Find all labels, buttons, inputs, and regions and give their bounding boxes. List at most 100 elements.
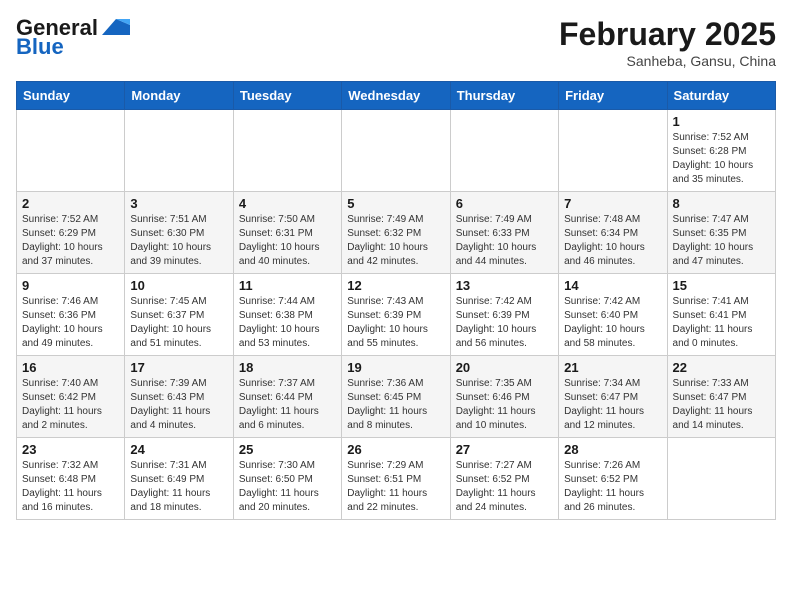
day-number: 10 (130, 278, 227, 293)
calendar-cell: 18 Sunrise: 7:37 AM Sunset: 6:44 PM Dayli… (233, 356, 341, 438)
calendar-cell: 13Sunrise: 7:42 AM Sunset: 6:39 PM Dayli… (450, 274, 558, 356)
day-number: 1 (673, 114, 770, 129)
calendar-cell (559, 110, 667, 192)
day-info: Sunrise: 7:33 AM Sunset: 6:47 PM Dayligh… (673, 377, 770, 433)
calendar-cell: 9 Sunrise: 7:46 AM Sunset: 6:36 PM Daylig… (17, 274, 125, 356)
weekday-header-row: SundayMondayTuesdayWednesdayThursdayFrid… (17, 82, 776, 110)
month-year: February 2025 (559, 16, 776, 53)
calendar-cell: 26 Sunrise: 7:29 AM Sunset: 6:51 PM Dayli… (342, 438, 450, 520)
day-number: 28 (564, 442, 661, 457)
week-row-3: 9 Sunrise: 7:46 AM Sunset: 6:36 PM Daylig… (17, 274, 776, 356)
day-info: Sunrise: 7:47 AM Sunset: 6:35 PM Dayligh… (673, 213, 770, 269)
calendar-cell (342, 110, 450, 192)
calendar-cell (17, 110, 125, 192)
day-info: Sunrise: 7:41 AM Sunset: 6:41 PM Dayligh… (673, 295, 770, 351)
day-info: Sunrise: 7:52 AM Sunset: 6:28 PM Dayligh… (673, 131, 770, 187)
calendar-cell (667, 438, 775, 520)
day-number: 4 (239, 196, 336, 211)
calendar-cell (450, 110, 558, 192)
calendar-cell: 14Sunrise: 7:42 AM Sunset: 6:40 PM Dayli… (559, 274, 667, 356)
day-info: Sunrise: 7:29 AM Sunset: 6:51 PM Dayligh… (347, 459, 444, 515)
calendar-cell: 3 Sunrise: 7:51 AM Sunset: 6:30 PM Daylig… (125, 192, 233, 274)
day-number: 13 (456, 278, 553, 293)
day-info: Sunrise: 7:49 AM Sunset: 6:32 PM Dayligh… (347, 213, 444, 269)
day-info: Sunrise: 7:46 AM Sunset: 6:36 PM Dayligh… (22, 295, 119, 351)
calendar-cell: 12 Sunrise: 7:43 AM Sunset: 6:39 PM Dayli… (342, 274, 450, 356)
day-number: 5 (347, 196, 444, 211)
calendar-cell: 15 Sunrise: 7:41 AM Sunset: 6:41 PM Dayli… (667, 274, 775, 356)
day-number: 27 (456, 442, 553, 457)
location: Sanheba, Gansu, China (559, 53, 776, 69)
calendar-table: SundayMondayTuesdayWednesdayThursdayFrid… (16, 81, 776, 520)
day-info: Sunrise: 7:49 AM Sunset: 6:33 PM Dayligh… (456, 213, 553, 269)
day-number: 11 (239, 278, 336, 293)
day-info: Sunrise: 7:51 AM Sunset: 6:30 PM Dayligh… (130, 213, 227, 269)
day-info: Sunrise: 7:34 AM Sunset: 6:47 PM Dayligh… (564, 377, 661, 433)
day-number: 14 (564, 278, 661, 293)
day-number: 9 (22, 278, 119, 293)
day-info: Sunrise: 7:32 AM Sunset: 6:48 PM Dayligh… (22, 459, 119, 515)
calendar-cell (233, 110, 341, 192)
calendar-cell: 7Sunrise: 7:48 AM Sunset: 6:34 PM Daylig… (559, 192, 667, 274)
calendar-cell: 22 Sunrise: 7:33 AM Sunset: 6:47 PM Dayli… (667, 356, 775, 438)
weekday-header-saturday: Saturday (667, 82, 775, 110)
calendar-cell (125, 110, 233, 192)
calendar-cell: 2 Sunrise: 7:52 AM Sunset: 6:29 PM Daylig… (17, 192, 125, 274)
week-row-5: 23Sunrise: 7:32 AM Sunset: 6:48 PM Dayli… (17, 438, 776, 520)
logo-icon (102, 17, 130, 39)
day-info: Sunrise: 7:36 AM Sunset: 6:45 PM Dayligh… (347, 377, 444, 433)
day-info: Sunrise: 7:43 AM Sunset: 6:39 PM Dayligh… (347, 295, 444, 351)
day-number: 21 (564, 360, 661, 375)
day-info: Sunrise: 7:37 AM Sunset: 6:44 PM Dayligh… (239, 377, 336, 433)
day-info: Sunrise: 7:26 AM Sunset: 6:52 PM Dayligh… (564, 459, 661, 515)
day-info: Sunrise: 7:52 AM Sunset: 6:29 PM Dayligh… (22, 213, 119, 269)
day-number: 3 (130, 196, 227, 211)
day-number: 25 (239, 442, 336, 457)
calendar-cell: 20 Sunrise: 7:35 AM Sunset: 6:46 PM Dayli… (450, 356, 558, 438)
week-row-2: 2 Sunrise: 7:52 AM Sunset: 6:29 PM Daylig… (17, 192, 776, 274)
day-number: 22 (673, 360, 770, 375)
day-info: Sunrise: 7:45 AM Sunset: 6:37 PM Dayligh… (130, 295, 227, 351)
calendar-cell: 19 Sunrise: 7:36 AM Sunset: 6:45 PM Dayli… (342, 356, 450, 438)
calendar-cell: 25 Sunrise: 7:30 AM Sunset: 6:50 PM Dayli… (233, 438, 341, 520)
day-info: Sunrise: 7:44 AM Sunset: 6:38 PM Dayligh… (239, 295, 336, 351)
weekday-header-thursday: Thursday (450, 82, 558, 110)
weekday-header-wednesday: Wednesday (342, 82, 450, 110)
day-number: 15 (673, 278, 770, 293)
calendar-cell: 17Sunrise: 7:39 AM Sunset: 6:43 PM Dayli… (125, 356, 233, 438)
calendar-cell: 27 Sunrise: 7:27 AM Sunset: 6:52 PM Dayli… (450, 438, 558, 520)
calendar-cell: 8 Sunrise: 7:47 AM Sunset: 6:35 PM Daylig… (667, 192, 775, 274)
calendar-cell: 23Sunrise: 7:32 AM Sunset: 6:48 PM Dayli… (17, 438, 125, 520)
day-number: 6 (456, 196, 553, 211)
day-number: 2 (22, 196, 119, 211)
day-number: 17 (130, 360, 227, 375)
week-row-1: 1 Sunrise: 7:52 AM Sunset: 6:28 PM Daylig… (17, 110, 776, 192)
day-info: Sunrise: 7:31 AM Sunset: 6:49 PM Dayligh… (130, 459, 227, 515)
day-number: 26 (347, 442, 444, 457)
day-info: Sunrise: 7:40 AM Sunset: 6:42 PM Dayligh… (22, 377, 119, 433)
calendar-cell: 10 Sunrise: 7:45 AM Sunset: 6:37 PM Dayli… (125, 274, 233, 356)
day-info: Sunrise: 7:35 AM Sunset: 6:46 PM Dayligh… (456, 377, 553, 433)
weekday-header-tuesday: Tuesday (233, 82, 341, 110)
logo: General Blue (16, 16, 130, 60)
day-number: 20 (456, 360, 553, 375)
calendar-cell: 5 Sunrise: 7:49 AM Sunset: 6:32 PM Daylig… (342, 192, 450, 274)
day-number: 19 (347, 360, 444, 375)
day-number: 7 (564, 196, 661, 211)
calendar-cell: 4 Sunrise: 7:50 AM Sunset: 6:31 PM Daylig… (233, 192, 341, 274)
calendar-cell: 16 Sunrise: 7:40 AM Sunset: 6:42 PM Dayli… (17, 356, 125, 438)
weekday-header-monday: Monday (125, 82, 233, 110)
weekday-header-sunday: Sunday (17, 82, 125, 110)
calendar-cell: 24Sunrise: 7:31 AM Sunset: 6:49 PM Dayli… (125, 438, 233, 520)
page-header: General Blue February 2025 Sanheba, Gans… (16, 16, 776, 69)
day-number: 18 (239, 360, 336, 375)
calendar-cell: 21 Sunrise: 7:34 AM Sunset: 6:47 PM Dayli… (559, 356, 667, 438)
day-info: Sunrise: 7:30 AM Sunset: 6:50 PM Dayligh… (239, 459, 336, 515)
day-info: Sunrise: 7:50 AM Sunset: 6:31 PM Dayligh… (239, 213, 336, 269)
day-number: 8 (673, 196, 770, 211)
day-number: 16 (22, 360, 119, 375)
day-number: 12 (347, 278, 444, 293)
day-info: Sunrise: 7:27 AM Sunset: 6:52 PM Dayligh… (456, 459, 553, 515)
calendar-cell: 1 Sunrise: 7:52 AM Sunset: 6:28 PM Daylig… (667, 110, 775, 192)
calendar-cell: 11 Sunrise: 7:44 AM Sunset: 6:38 PM Dayli… (233, 274, 341, 356)
